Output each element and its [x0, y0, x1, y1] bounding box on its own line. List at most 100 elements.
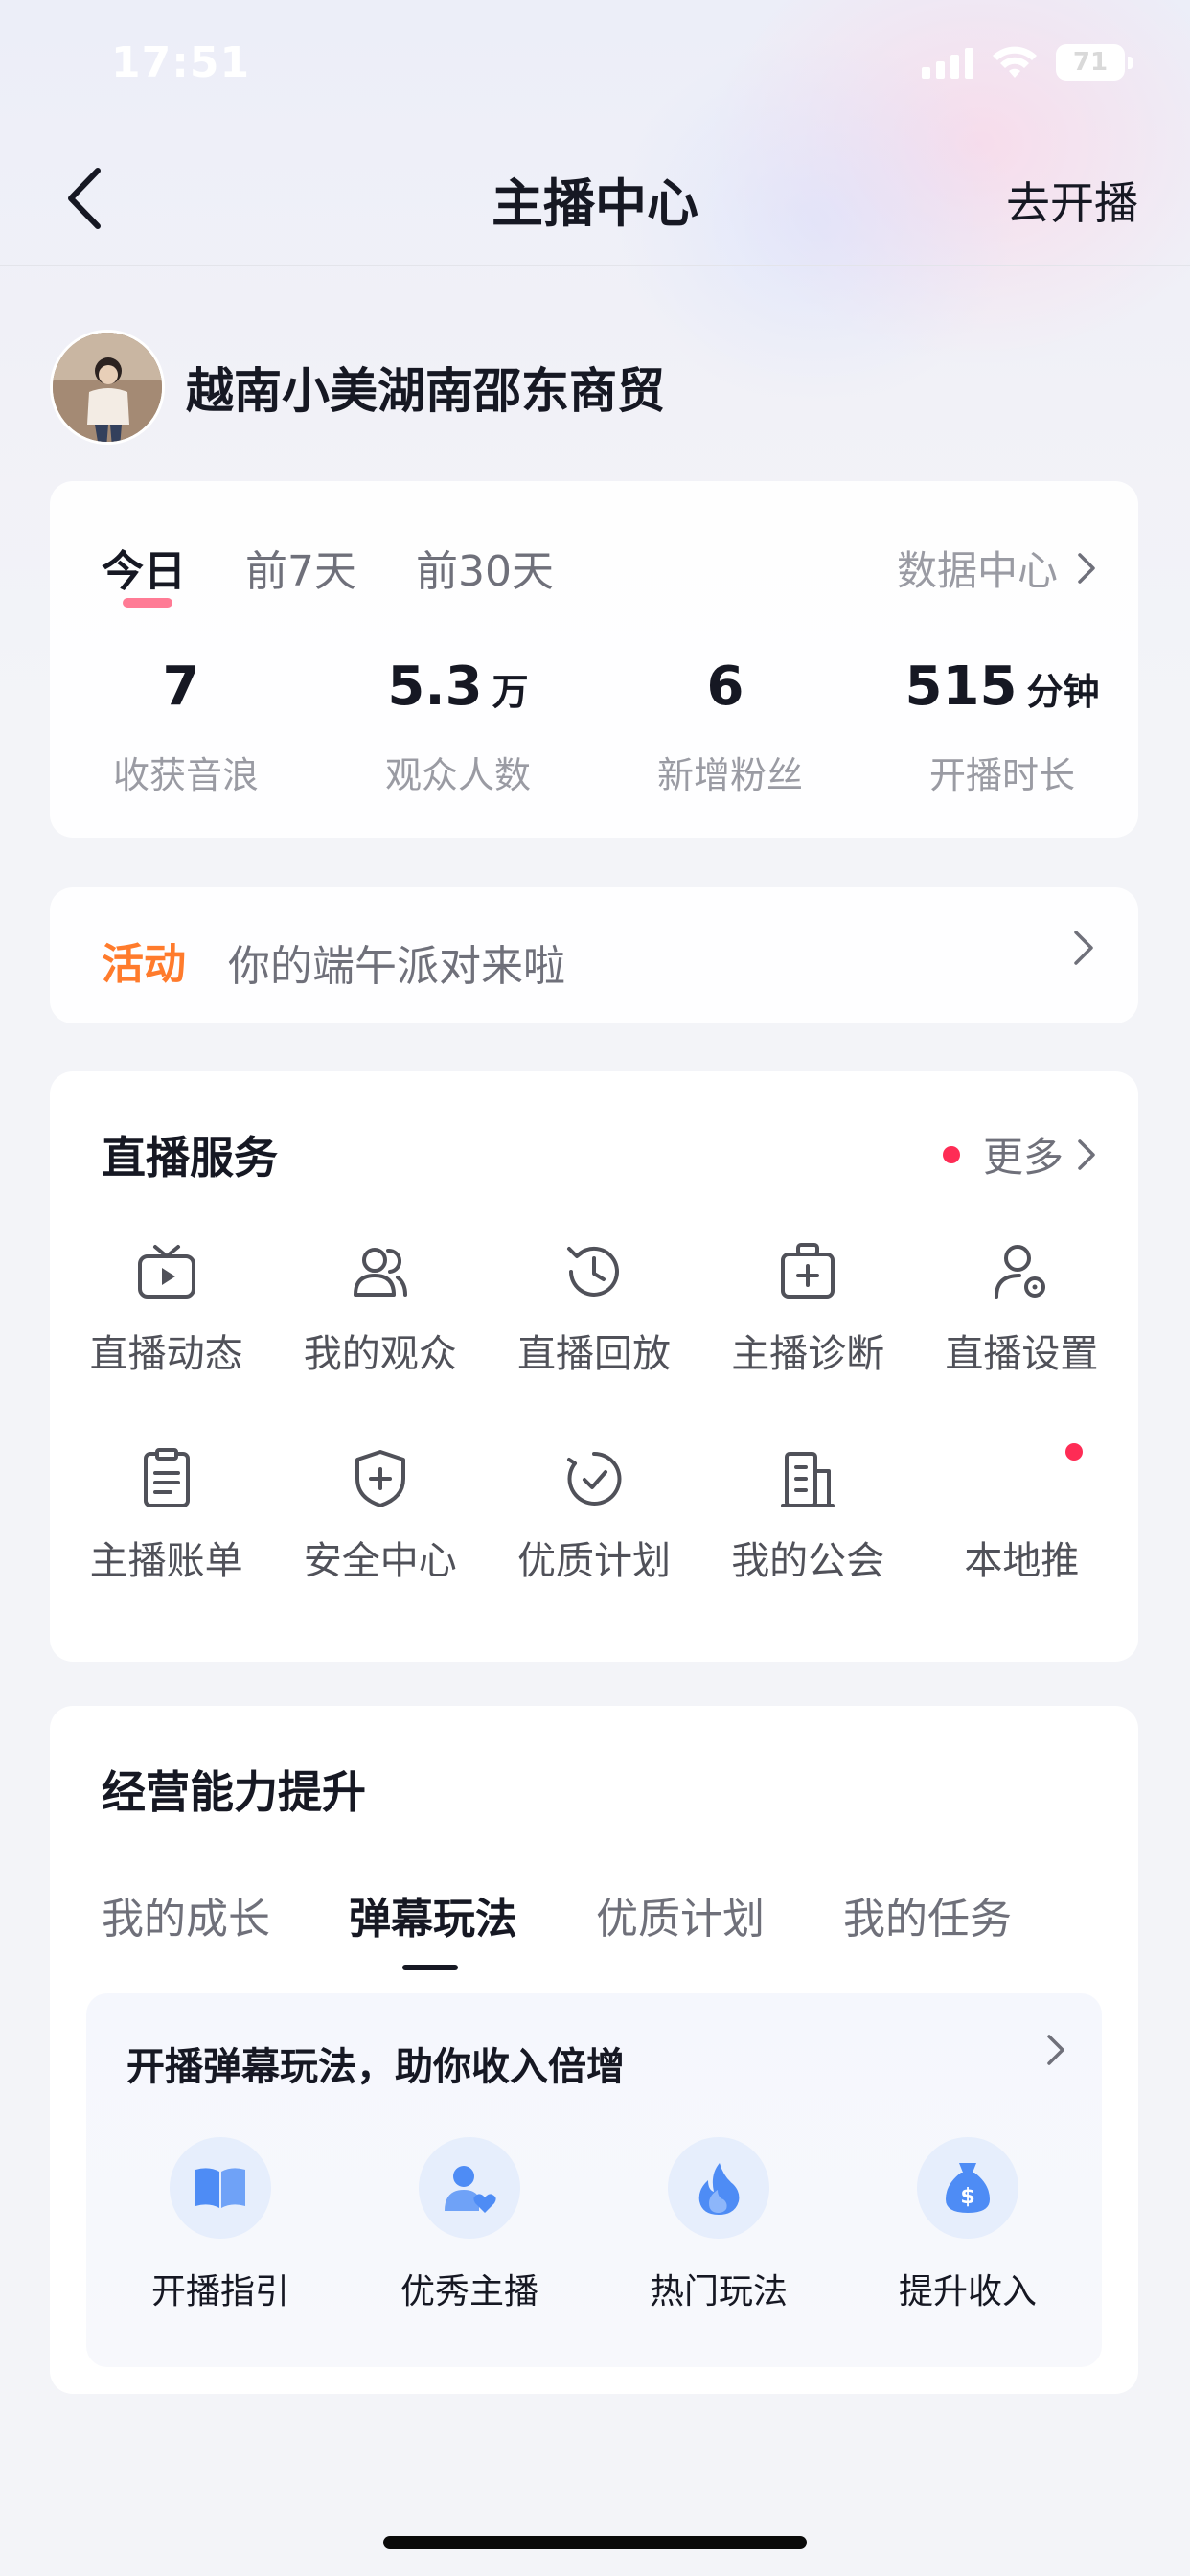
status-icons: 71	[922, 44, 1133, 80]
service-label: 直播设置	[945, 1332, 1099, 1376]
service-quality-plan[interactable]: 优质计划	[487, 1447, 700, 1585]
data-center-link[interactable]: 数据中心	[897, 539, 1096, 597]
chevron-right-icon	[1047, 2035, 1064, 2065]
service-label: 我的观众	[303, 1332, 457, 1376]
flame-icon	[668, 2137, 769, 2239]
service-local-promote[interactable]: 本地推	[915, 1443, 1129, 1585]
status-time: 17:51	[111, 38, 251, 87]
section-title: 经营能力提升	[102, 1766, 366, 1818]
tab-today-label: 今日	[102, 547, 186, 596]
feature-increase-income[interactable]: $ 提升收入	[862, 2137, 1073, 2313]
feature-hot-play[interactable]: 热门玩法	[613, 2137, 824, 2313]
service-my-guild[interactable]: 我的公会	[701, 1447, 915, 1585]
service-security[interactable]: 安全中心	[273, 1447, 487, 1585]
stat-value: 6	[706, 656, 744, 718]
tv-icon	[135, 1240, 198, 1303]
book-icon	[170, 2137, 271, 2239]
feature-label: 优秀主播	[400, 2272, 538, 2312]
battery-level: 71	[1072, 48, 1109, 77]
feature-live-guide[interactable]: 开播指引	[115, 2137, 326, 2313]
tab-my-tasks[interactable]: 我的任务	[843, 1884, 1012, 1945]
tab-barrage-play-label: 弹幕玩法	[349, 1895, 517, 1944]
service-bill[interactable]: 主播账单	[59, 1447, 273, 1585]
avatar[interactable]	[50, 330, 165, 445]
stat-viewers[interactable]: 5.3 万 观众人数	[322, 656, 594, 798]
service-label: 安全中心	[303, 1539, 457, 1583]
stat-label: 开播时长	[928, 754, 1075, 796]
service-replay[interactable]: 直播回放	[487, 1240, 700, 1378]
status-bar: 17:51 71	[0, 0, 1190, 134]
service-label: 主播账单	[89, 1539, 243, 1583]
chevron-right-icon	[1078, 552, 1095, 584]
service-live-settings[interactable]: 直播设置	[915, 1240, 1129, 1378]
money-bag-icon: $	[917, 2137, 1018, 2239]
stat-income[interactable]: 7 收获音浪	[50, 656, 322, 798]
stats-row: 7 收获音浪 5.3 万 观众人数 6 新增粉丝 515 分钟 开播时长	[50, 656, 1138, 798]
chevron-right-icon	[1074, 931, 1093, 965]
service-my-audience[interactable]: 我的观众	[273, 1240, 487, 1378]
feature-label: 开播指引	[150, 2272, 289, 2312]
service-diagnosis[interactable]: 主播诊断	[701, 1240, 915, 1378]
tab-my-growth[interactable]: 我的成长	[102, 1884, 270, 1945]
nav-bar: 主播中心 去开播	[0, 134, 1190, 266]
stats-period-tabs: 今日 前7天 前30天	[102, 537, 554, 608]
local-promote-icon	[990, 1447, 1053, 1510]
stat-unit: 万	[492, 671, 529, 713]
more-button[interactable]: 更多	[942, 1125, 1096, 1184]
feature-label: 热门玩法	[649, 2272, 788, 2312]
notification-dot	[1064, 1443, 1083, 1460]
medical-kit-icon	[776, 1240, 839, 1303]
barrage-play-card[interactable]: 开播弹幕玩法，助你收入倍增 开播指引 优秀主播 热门玩法 $ 提升收入	[86, 1993, 1102, 2367]
home-indicator[interactable]	[383, 2536, 807, 2549]
tab-30days[interactable]: 前30天	[416, 537, 554, 598]
tab-barrage-play[interactable]: 弹幕玩法	[349, 1884, 517, 1970]
stat-value: 7	[162, 656, 200, 718]
feature-list: 开播指引 优秀主播 热门玩法 $ 提升收入	[86, 2137, 1102, 2313]
active-tab-indicator	[402, 1965, 458, 1970]
more-label: 更多	[982, 1134, 1064, 1181]
service-label: 优质计划	[516, 1539, 671, 1583]
notification-dot	[942, 1145, 960, 1163]
services-grid: 直播动态 我的观众 直播回放 主播诊断 直播设置 主播账单 安全中心 优质计划 …	[59, 1240, 1129, 1585]
stat-duration[interactable]: 515 分钟 开播时长	[866, 656, 1138, 798]
service-label: 我的公会	[731, 1539, 885, 1583]
go-live-button[interactable]: 去开播	[1006, 169, 1138, 232]
check-circle-icon	[562, 1447, 626, 1510]
service-label: 本地推	[964, 1539, 1080, 1583]
activity-banner[interactable]: 活动 你的端午派对来啦	[50, 887, 1138, 1024]
section-title: 直播服务	[102, 1132, 278, 1184]
stats-card: 今日 前7天 前30天 数据中心 7 收获音浪 5.3 万 观众人数 6 新增粉丝…	[50, 481, 1138, 838]
history-icon	[562, 1240, 626, 1303]
data-center-label: 数据中心	[896, 547, 1058, 594]
users-icon	[349, 1240, 412, 1303]
wifi-icon	[993, 46, 1037, 78]
user-settings-icon	[990, 1240, 1053, 1303]
stat-new-fans[interactable]: 6 新增粉丝	[594, 656, 866, 798]
battery-icon: 71	[1056, 44, 1133, 80]
clipboard-icon	[135, 1447, 198, 1510]
profile-name: 越南小美湖南邵东商贸	[186, 363, 665, 419]
profile-header[interactable]: 越南小美湖南邵东商贸	[50, 330, 665, 445]
stat-value: 5.3	[387, 656, 483, 718]
active-tab-indicator	[123, 598, 172, 608]
stat-unit: 分钟	[1026, 671, 1100, 713]
shield-plus-icon	[349, 1447, 412, 1510]
feature-top-streamers[interactable]: 优秀主播	[364, 2137, 575, 2313]
tab-7days[interactable]: 前7天	[245, 537, 356, 598]
user-heart-icon	[419, 2137, 520, 2239]
business-tabs: 我的成长 弹幕玩法 优质计划 我的任务	[102, 1884, 1012, 1970]
stat-value: 515	[904, 656, 1018, 718]
service-label: 直播动态	[89, 1332, 243, 1376]
avatar-image	[53, 333, 162, 442]
signal-icon	[922, 46, 973, 79]
building-icon	[776, 1447, 839, 1510]
business-growth-card: 经营能力提升 我的成长 弹幕玩法 优质计划 我的任务 开播弹幕玩法，助你收入倍增…	[50, 1706, 1138, 2394]
service-live-feed[interactable]: 直播动态	[59, 1240, 273, 1378]
svg-text:$: $	[960, 2185, 974, 2209]
barrage-card-title: 开播弹幕玩法，助你收入倍增	[126, 2045, 625, 2089]
service-label: 直播回放	[516, 1332, 671, 1376]
stat-label: 收获音浪	[112, 754, 259, 796]
tab-today[interactable]: 今日	[102, 537, 186, 608]
tab-quality-plan[interactable]: 优质计划	[596, 1884, 765, 1945]
activity-tag: 活动	[102, 940, 186, 989]
